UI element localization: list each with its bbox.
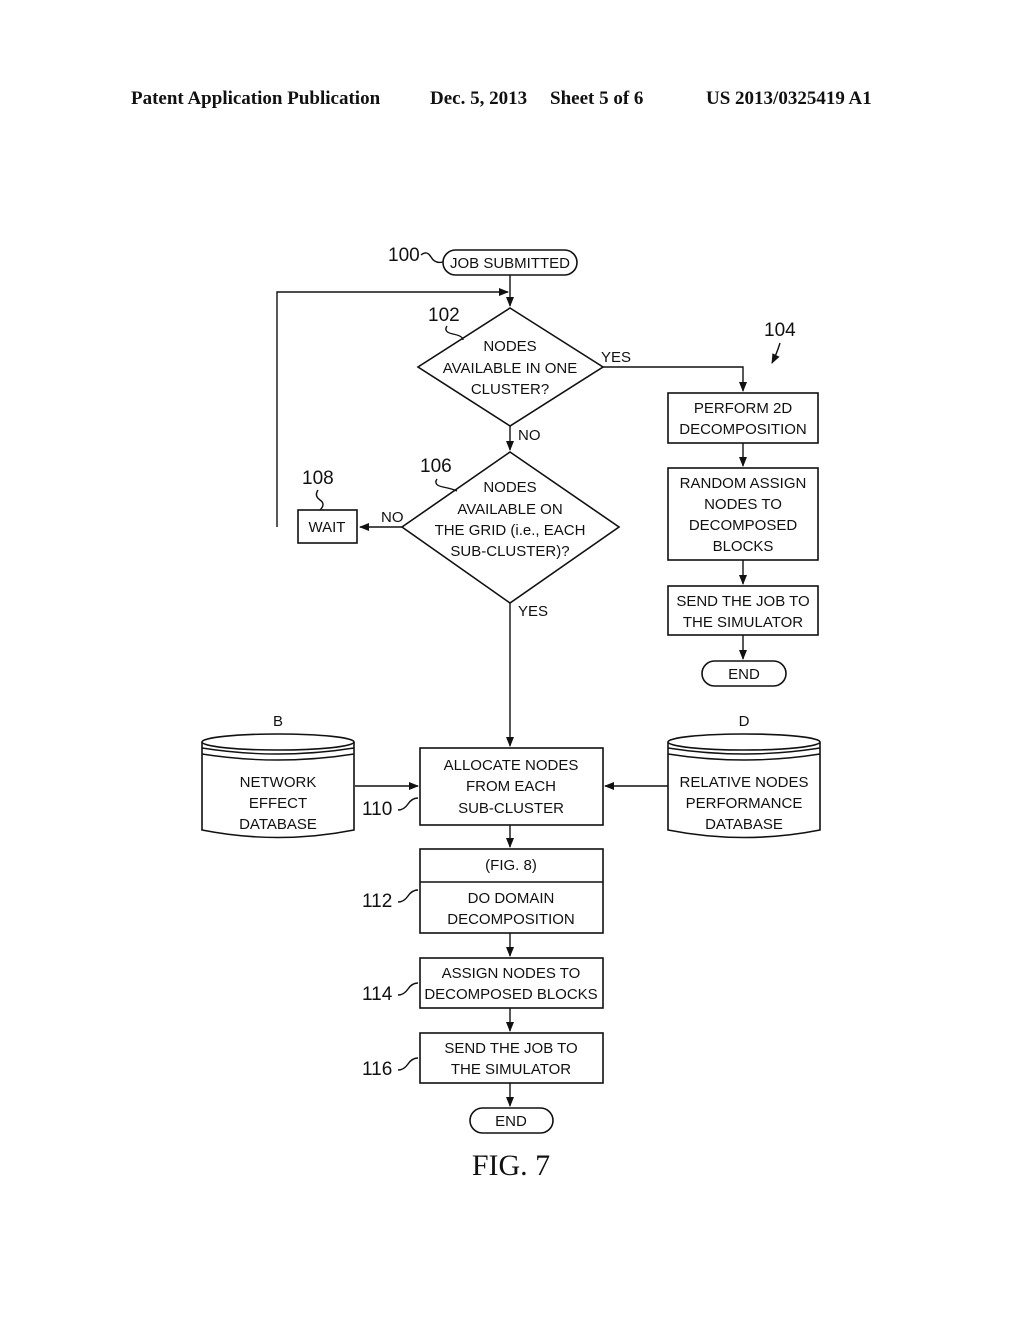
node-label: SUB-CLUSTER [458,800,564,817]
figure-label: FIG. 7 [472,1149,550,1182]
node-label: NODES [483,479,536,496]
database-tag-d: D [739,713,750,730]
database-relative-nodes-performance: D RELATIVE NODES PERFORMANCE DATABASE [667,713,821,839]
node-end-right: END [701,660,787,687]
leader-line [420,252,444,264]
leader-line [397,982,419,996]
ref-114: 114 [362,984,393,1005]
node-label: BLOCKS [713,538,774,555]
ref-108: 108 [302,468,334,489]
node-end: END [469,1107,554,1134]
node-label: DECOMPOSED BLOCKS [424,986,597,1003]
node-label: DO DOMAIN [468,890,555,907]
node-label: DECOMPOSITION [447,911,575,928]
ref-116: 116 [362,1059,392,1080]
database-tag-b: B [273,713,283,730]
node-label: SEND THE JOB TO [444,1040,577,1057]
node-label: AVAILABLE IN ONE [443,360,578,377]
edge-label-yes-102: YES [601,349,631,366]
edge-102-yes [603,366,747,392]
node-label: ALLOCATE NODES [444,757,579,774]
node-label: DECOMPOSITION [679,421,807,438]
node-job-submitted: JOB SUBMITTED 100 [388,245,578,276]
node-label: PERFORMANCE [686,795,803,812]
ref-100: 100 [388,245,420,266]
leader-line [397,1057,419,1071]
node-label: SEND THE JOB TO [676,593,809,610]
node-wait: WAIT 108 [297,468,358,544]
node-label: THE SIMULATOR [451,1061,571,1078]
node-label: NODES TO [704,496,782,513]
leader-arrow [771,342,781,364]
subprocess-ref-fig8: (FIG. 8) [485,857,537,874]
database-network-effect: B NETWORK EFFECT DATABASE [201,713,355,839]
node-label: SUB-CLUSTER)? [450,543,569,560]
decision-nodes-available-grid: NODES AVAILABLE ON THE GRID (i.e., EACH … [400,451,621,604]
node-label: DATABASE [705,816,783,833]
node-label: THE SIMULATOR [683,614,803,631]
leader-line [397,889,419,903]
node-label: END [495,1113,527,1130]
node-label: END [728,666,760,683]
node-perform-2d-decomposition: PERFORM 2D DECOMPOSITION [667,392,819,444]
decision-nodes-available-one-cluster: NODES AVAILABLE IN ONE CLUSTER? 102 [416,305,605,427]
node-label: PERFORM 2D [694,400,793,417]
ref-104-group: 104 [764,320,796,364]
node-label: DATABASE [239,816,317,833]
node-random-assign: RANDOM ASSIGN NODES TO DECOMPOSED BLOCKS [667,467,819,561]
leader-line [445,325,464,341]
edge-label-yes-106: YES [518,603,548,620]
node-label: RELATIVE NODES [680,774,809,791]
node-label: WAIT [309,519,346,536]
node-domain-decomposition: (FIG. 8) DO DOMAIN DECOMPOSITION 112 [362,848,604,934]
edge-label-no-102: NO [518,427,541,444]
node-label: RANDOM ASSIGN [680,475,807,492]
ref-112: 112 [362,891,392,912]
node-send-job: SEND THE JOB TO THE SIMULATOR 116 [362,1032,604,1084]
edge-label-no-106: NO [381,509,404,526]
ref-106: 106 [420,456,452,477]
ref-102: 102 [428,305,460,326]
node-assign-nodes: ASSIGN NODES TO DECOMPOSED BLOCKS 114 [362,957,604,1009]
node-label: FROM EACH [466,778,556,795]
ref-104: 104 [764,320,796,341]
leader-line [315,489,324,511]
node-send-job-right: SEND THE JOB TO THE SIMULATOR [667,585,819,636]
node-label: EFFECT [249,795,307,812]
node-label: NODES [483,338,536,355]
node-label: NETWORK [240,774,317,791]
node-label: ASSIGN NODES TO [442,965,581,982]
node-label: CLUSTER? [471,381,549,398]
node-label: THE GRID (i.e., EACH [435,522,586,539]
flowchart: YES NO NO YES JOB SUBMITTED 100 NODES AV… [201,245,821,1182]
node-label: JOB SUBMITTED [450,255,570,272]
ref-110: 110 [362,799,392,820]
node-label: AVAILABLE ON [457,501,562,518]
leader-line [397,797,419,811]
leader-line [435,478,458,492]
node-label: DECOMPOSED [689,517,798,534]
